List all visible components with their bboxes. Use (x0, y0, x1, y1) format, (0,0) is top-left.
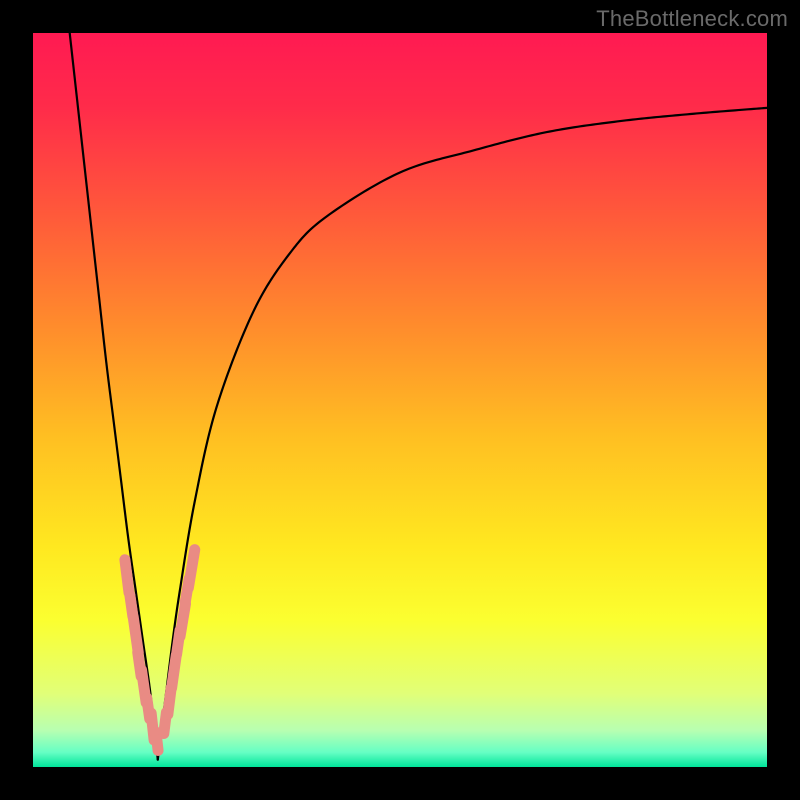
valley-marker (182, 543, 201, 594)
curve-right-branch (158, 108, 767, 760)
plot-area (33, 33, 767, 767)
curve-left-branch (70, 33, 158, 760)
watermark-text: TheBottleneck.com (596, 6, 788, 32)
curves-layer (33, 33, 767, 767)
valley-markers (119, 543, 201, 756)
